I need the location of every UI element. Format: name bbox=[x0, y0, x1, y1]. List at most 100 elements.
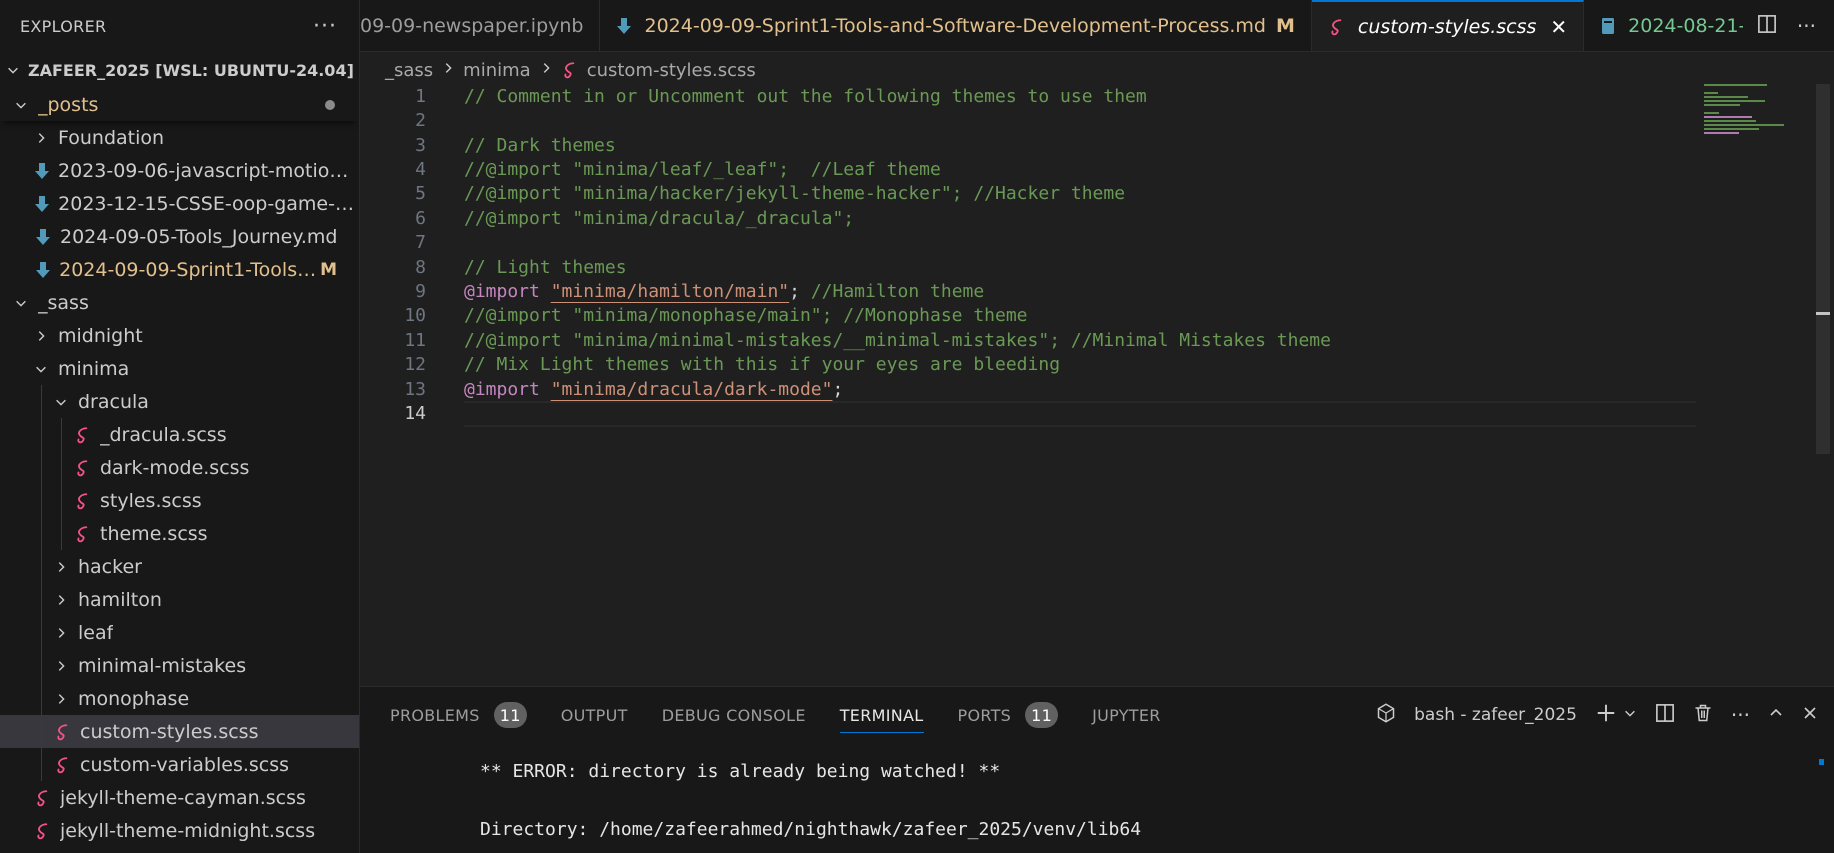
tree-item[interactable]: Foundation bbox=[0, 121, 359, 154]
panel-tab[interactable]: PROBLEMS 11 bbox=[390, 687, 527, 743]
tree-item-label: midnight bbox=[58, 324, 143, 347]
split-terminal-icon[interactable] bbox=[1655, 703, 1675, 728]
chevron-down-icon[interactable] bbox=[1623, 705, 1637, 725]
tree-item[interactable]: _dracula.scss bbox=[0, 418, 359, 451]
line-number: 13 bbox=[404, 378, 426, 400]
new-terminal-icon[interactable] bbox=[1595, 702, 1617, 729]
line-number: 14 bbox=[404, 403, 426, 425]
trash-icon[interactable] bbox=[1693, 703, 1713, 728]
tree-item-label: custom-variables.scss bbox=[80, 753, 290, 776]
tree-item[interactable]: custom-styles.scss bbox=[0, 715, 359, 748]
tree-item-label: custom-styles.scss bbox=[80, 720, 259, 743]
count-badge: 11 bbox=[1025, 702, 1059, 728]
tree-item[interactable]: hacker bbox=[0, 550, 359, 583]
tree-item-label: 2024-09-05-Tools_Journey.md bbox=[60, 225, 338, 248]
panel-tab[interactable]: DEBUG CONSOLE bbox=[662, 687, 806, 743]
tree-item[interactable]: _sass bbox=[0, 286, 359, 319]
editor-tab[interactable]: 09-09-newspaper.ipynb bbox=[360, 0, 601, 51]
indent-guide bbox=[41, 583, 42, 616]
indent-guide bbox=[41, 616, 42, 649]
tree-item-label: leaf bbox=[78, 621, 114, 644]
indent-guide bbox=[61, 418, 62, 451]
code-text: // Mix Light themes with this if your ey… bbox=[464, 354, 1060, 375]
indent-guide bbox=[41, 682, 42, 715]
tree-item[interactable]: dracula bbox=[0, 385, 359, 418]
chevron-right-icon bbox=[52, 593, 70, 607]
panel-tab[interactable]: TERMINAL bbox=[839, 687, 924, 743]
line-number: 12 bbox=[404, 354, 426, 376]
tree-item-label: 2023-09-06-javascript-motion-ma... bbox=[58, 159, 359, 182]
workspace-label: ZAFEER_2025 [WSL: UBUNTU-24.04] bbox=[28, 60, 354, 80]
tree-item[interactable]: 2023-12-15-CSSE-oop-game-leve... bbox=[0, 187, 359, 220]
sass-file-icon bbox=[34, 789, 52, 807]
panel-tab[interactable]: JUPYTER bbox=[1092, 687, 1161, 743]
sass-file-icon bbox=[74, 525, 92, 543]
editor-tab[interactable]: 2024-09-09-Sprint1-Tools-and-Software-De… bbox=[600, 0, 1312, 51]
terminal-name[interactable]: bash - zafeer_2025 bbox=[1414, 705, 1577, 725]
markdown-file-icon bbox=[34, 228, 52, 246]
code-line[interactable]: 14 bbox=[360, 399, 1760, 428]
tree-item[interactable]: monophase bbox=[0, 682, 359, 715]
tree-item[interactable]: leaf bbox=[0, 616, 359, 649]
minimap[interactable] bbox=[1704, 84, 1784, 144]
tree-item[interactable]: custom-variables.scss bbox=[0, 748, 359, 781]
code-token: // Mix Light themes with this if your ey… bbox=[464, 354, 1061, 376]
editor-tab[interactable]: custom-styles.scss ✕ bbox=[1311, 0, 1585, 51]
minimap-line bbox=[1704, 96, 1748, 98]
line-number: 8 bbox=[415, 256, 426, 278]
code-token: //@import "minima/minimal-mistakes/__min… bbox=[464, 329, 1331, 351]
tree-item[interactable]: hamilton bbox=[0, 583, 359, 616]
maximize-panel-icon[interactable] bbox=[1768, 705, 1784, 726]
line-number: 5 bbox=[415, 183, 426, 205]
tree-item[interactable]: 2024-09-09-Sprint1-Tools-a... M bbox=[0, 253, 359, 286]
breadcrumb-item[interactable]: custom-styles.scss bbox=[587, 60, 756, 81]
tree-item[interactable]: theme.scss bbox=[0, 517, 359, 550]
tree-item[interactable]: midnight bbox=[0, 319, 359, 352]
markdown-file-icon bbox=[34, 261, 51, 279]
panel-tab-label: TERMINAL bbox=[839, 705, 924, 725]
tab-actions: ··· bbox=[1742, 0, 1834, 51]
more-actions-icon[interactable]: ··· bbox=[313, 14, 337, 39]
more-actions-icon[interactable]: ··· bbox=[1797, 14, 1816, 38]
panel-tab[interactable]: OUTPUT bbox=[561, 687, 628, 743]
minimap-line bbox=[1704, 104, 1740, 106]
line-number: 7 bbox=[415, 232, 426, 254]
split-editor-icon[interactable] bbox=[1757, 14, 1777, 38]
tree-item[interactable]: styles.scss bbox=[0, 484, 359, 517]
tree-item[interactable]: 2024-09-05-Tools_Journey.md bbox=[0, 220, 359, 253]
panel-tab[interactable]: PORTS 11 bbox=[958, 687, 1059, 743]
terminal-output[interactable]: ** ERROR: directory is already being wat… bbox=[480, 757, 1141, 844]
code-text: // Dark themes bbox=[464, 135, 616, 156]
code-token: //@import "minima/hacker/jekyll-theme-ha… bbox=[464, 183, 1126, 205]
editor-tabs: 09-09-newspaper.ipynb 2024-09-09-Sprint1-… bbox=[360, 0, 1834, 52]
breadcrumb-item[interactable]: _sass bbox=[385, 60, 433, 81]
minimap-line bbox=[1704, 112, 1719, 114]
tree-item-label: dark-mode.scss bbox=[100, 456, 250, 479]
close-icon[interactable]: ✕ bbox=[1550, 15, 1567, 39]
workspace-root[interactable]: ZAFEER_2025 [WSL: UBUNTU-24.04] bbox=[0, 52, 359, 88]
breadcrumb-item[interactable]: minima bbox=[463, 60, 531, 81]
code-editor[interactable]: 1 // Comment in or Uncomment out the foll… bbox=[360, 84, 1810, 684]
tree-item-label: monophase bbox=[78, 687, 190, 710]
code-token: "minima/dracula/dark-mode" bbox=[550, 378, 833, 400]
tree-item[interactable]: _posts bbox=[0, 88, 359, 121]
tree-item[interactable]: dark-mode.scss bbox=[0, 451, 359, 484]
minimap-line bbox=[1704, 100, 1765, 102]
editor-scrollbar[interactable] bbox=[1816, 84, 1830, 454]
tree-item[interactable]: 2023-09-06-javascript-motion-ma... bbox=[0, 154, 359, 187]
chevron-right-icon bbox=[52, 692, 70, 706]
close-panel-icon[interactable] bbox=[1802, 705, 1818, 726]
explorer-title: EXPLORER bbox=[20, 16, 107, 36]
tree-item[interactable]: jekyll-theme-cayman.scss bbox=[0, 781, 359, 814]
code-text: //@import "minima/monophase/main"; //Mon… bbox=[464, 305, 1028, 326]
tree-item[interactable]: jekyll-theme-midnight.scss bbox=[0, 814, 359, 847]
more-actions-icon[interactable]: ··· bbox=[1731, 703, 1750, 727]
code-token: @import bbox=[464, 378, 540, 400]
sass-file-icon bbox=[54, 723, 72, 741]
tree-item[interactable]: minima bbox=[0, 352, 359, 385]
tree-item[interactable]: minimal-mistakes bbox=[0, 649, 359, 682]
panel-tab-label: OUTPUT bbox=[560, 705, 628, 725]
chevron-right-icon bbox=[32, 329, 50, 343]
modified-dot-icon bbox=[325, 99, 335, 110]
